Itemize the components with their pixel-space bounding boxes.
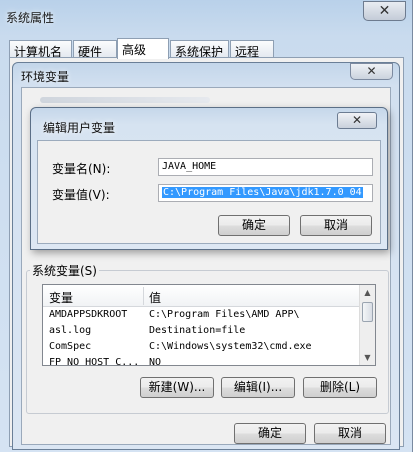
ok-button[interactable]: 确定: [218, 215, 290, 236]
tab-computer-name[interactable]: 计算机名: [9, 40, 72, 59]
variable-name-label: 变量名(N):: [52, 162, 111, 176]
edit-user-variable-dialog: 编辑用户变量 ✕ 变量名(N): JAVA_HOME 变量值(V): C:\Pr…: [30, 107, 388, 250]
tab-remote[interactable]: 远程: [230, 40, 274, 59]
user-variables-section-obscured: [40, 97, 210, 103]
list-item[interactable]: ComSpec C:\Windows\system32\cmd.exe: [43, 340, 361, 355]
variable-value-field[interactable]: C:\Program Files\Java\jdk1.7.0_04: [158, 184, 373, 202]
list-item[interactable]: AMDAPPSDKROOT C:\Program Files\AMD APP\: [43, 308, 361, 323]
close-icon[interactable]: ✕: [337, 112, 377, 129]
tab-hardware[interactable]: 硬件: [73, 40, 117, 59]
close-icon[interactable]: ✕: [363, 1, 406, 21]
system-variables-list[interactable]: 变量 值 AMDAPPSDKROOT C:\Program Files\AMD …: [42, 284, 376, 366]
variable-name: asl.log: [49, 325, 92, 336]
list-item[interactable]: FP_NO_HOST_C... NO: [43, 356, 361, 366]
dialog-title: 编辑用户变量: [43, 121, 116, 135]
list-header: 变量 值: [43, 285, 361, 307]
scroll-thumb[interactable]: [362, 302, 373, 322]
cancel-button[interactable]: 取消: [314, 423, 386, 444]
variable-name: ComSpec: [49, 341, 92, 352]
dialog-title: 环境变量: [21, 70, 70, 84]
edit-variable-button[interactable]: 编辑(I)...: [221, 377, 295, 398]
column-divider[interactable]: [143, 287, 144, 305]
selected-text: C:\Program Files\Java\jdk1.7.0_04: [162, 187, 363, 198]
tab-system-protection[interactable]: 系统保护: [170, 40, 229, 59]
variable-value: Destination=file: [149, 325, 246, 336]
list-item[interactable]: asl.log Destination=file: [43, 324, 361, 339]
window-title: 系统属性: [6, 11, 55, 25]
column-header-value[interactable]: 值: [149, 289, 161, 306]
variable-name: FP_NO_HOST_C...: [49, 357, 140, 366]
vertical-scrollbar[interactable]: ▲ ▼: [359, 285, 375, 365]
delete-variable-button[interactable]: 删除(L): [303, 377, 377, 398]
system-variables-label: 系统变量(S): [30, 262, 99, 279]
scroll-up-arrow-icon[interactable]: ▲: [360, 285, 375, 300]
variable-name-field[interactable]: JAVA_HOME: [158, 158, 373, 176]
variable-name: AMDAPPSDKROOT: [49, 309, 128, 320]
variable-value: NO: [149, 357, 162, 366]
variable-value: C:\Windows\system32\cmd.exe: [149, 341, 312, 352]
cancel-button[interactable]: 取消: [300, 215, 372, 236]
close-icon[interactable]: ✕: [350, 63, 393, 80]
dialog-body: 变量名(N): JAVA_HOME 变量值(V): C:\Program Fil…: [37, 140, 381, 244]
variable-value: C:\Program Files\AMD APP\: [149, 309, 300, 320]
variable-value-label: 变量值(V):: [52, 188, 110, 202]
tab-advanced[interactable]: 高级: [117, 38, 169, 59]
ok-button[interactable]: 确定: [234, 423, 306, 444]
new-variable-button[interactable]: 新建(W)...: [140, 377, 214, 398]
column-header-variable[interactable]: 变量: [49, 289, 73, 306]
scroll-down-arrow-icon[interactable]: ▼: [360, 350, 375, 365]
